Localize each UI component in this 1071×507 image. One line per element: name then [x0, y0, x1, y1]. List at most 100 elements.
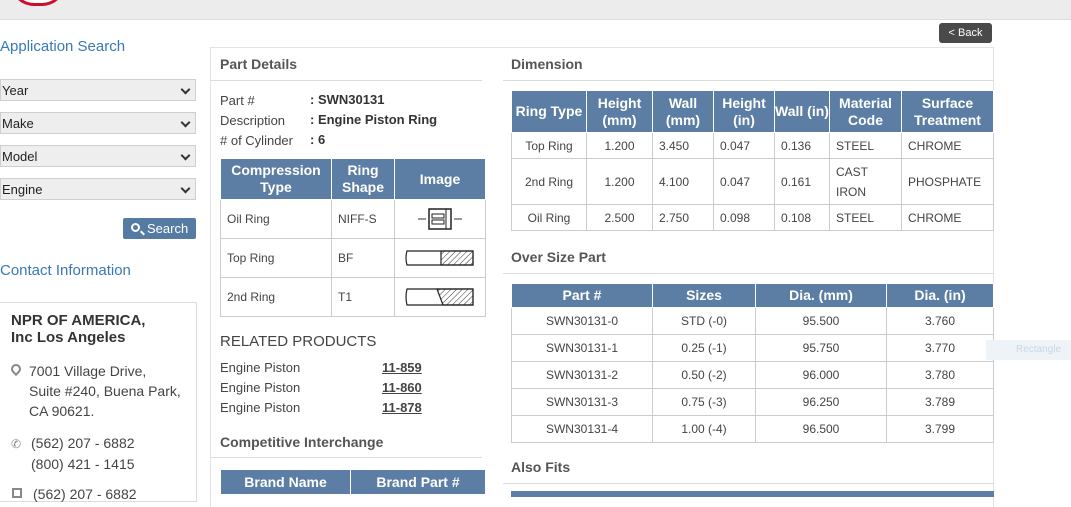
- cylinder-label: # of Cylinder: [220, 133, 293, 148]
- top-ring-profile-icon: [405, 250, 474, 266]
- table-row[interactable]: SWN30131-0 STD (-0) 95.500 3.760: [511, 307, 994, 335]
- chevron-down-icon: [180, 183, 191, 194]
- fax-number: (562) 207 - 6882: [33, 486, 137, 502]
- table-cell: CAST IRON: [829, 158, 902, 205]
- table-cell: 2.750: [652, 204, 714, 231]
- part-number-value: : SWN30131: [310, 92, 385, 107]
- section-divider: [503, 273, 994, 274]
- description-label: Description: [220, 113, 286, 128]
- engine-select[interactable]: Engine: [0, 178, 196, 200]
- surface-treatment-header: Surface Treatment: [901, 90, 994, 133]
- table-row[interactable]: SWN30131-4 1.00 (-4) 96.500 3.799: [511, 415, 994, 443]
- table-cell: 3.789: [886, 388, 994, 416]
- table-cell: 0.047: [713, 158, 775, 205]
- phone-icon: ✆: [11, 437, 22, 451]
- ring-shape-cell: NIFF-S: [331, 199, 395, 239]
- search-button-label: Search: [147, 221, 189, 236]
- make-select[interactable]: Make: [0, 112, 196, 134]
- year-select[interactable]: Year: [0, 79, 196, 101]
- related-product-link[interactable]: 11-860: [382, 380, 422, 395]
- table-cell: 3.780: [886, 361, 994, 389]
- table-cell: 96.250: [755, 388, 887, 416]
- table-cell: SWN30131-1: [511, 334, 653, 362]
- related-product-name: Engine Piston: [220, 380, 301, 395]
- table-cell: SWN30131-2: [511, 361, 653, 389]
- table-header-row: Compression Type Ring Shape Image: [220, 158, 486, 200]
- address-line-1: 7001 Village Drive,: [29, 363, 147, 379]
- ring-type-header: Ring Type: [511, 90, 587, 133]
- over-size-part-title: Over Size Part: [511, 249, 606, 265]
- over-size-table: Part # Sizes Dia. (mm) Dia. (in) SWN3013…: [511, 283, 994, 443]
- related-product-name: Engine Piston: [220, 400, 301, 415]
- engine-select-label: Engine: [2, 182, 43, 197]
- wall-in-header: Wall (in): [774, 90, 830, 133]
- description-value: : Engine Piston Ring: [310, 112, 438, 127]
- section-divider: [211, 457, 482, 458]
- image-header: Image: [394, 158, 486, 200]
- related-product-name: Engine Piston: [220, 360, 301, 375]
- dia-mm-header: Dia. (mm): [755, 283, 887, 308]
- phone-number-2[interactable]: (800) 421 - 1415: [31, 454, 135, 474]
- table-cell: 0.136: [774, 132, 830, 159]
- search-button[interactable]: Search: [123, 218, 196, 239]
- company-name-line2: Inc Los Angeles: [11, 329, 126, 346]
- table-cell: SWN30131-0: [511, 307, 653, 335]
- related-product-link[interactable]: 11-859: [382, 360, 422, 375]
- second-ring-profile-icon: [405, 288, 474, 306]
- ring-image-cell: [394, 238, 486, 278]
- table-cell: 4.100: [652, 158, 714, 205]
- also-fits-title: Also Fits: [511, 459, 571, 475]
- model-select[interactable]: Model: [0, 145, 196, 167]
- height-mm-header: Height (mm): [586, 90, 653, 133]
- top-bar: [0, 0, 1071, 20]
- ring-image-cell: [394, 277, 486, 317]
- table-row[interactable]: SWN30131-2 0.50 (-2) 96.000 3.780: [511, 361, 994, 389]
- table-cell: 1.200: [586, 158, 653, 205]
- brand-name-header: Brand Name: [220, 469, 351, 495]
- back-button[interactable]: < Back: [939, 23, 992, 43]
- year-select-label: Year: [2, 83, 29, 98]
- dimension-title: Dimension: [511, 56, 583, 72]
- table-row: Top Ring 1.200 3.450 0.047 0.136 STEEL C…: [511, 132, 994, 159]
- table-cell: Top Ring: [511, 132, 587, 159]
- table-row: 2nd Ring T1: [220, 277, 486, 317]
- table-cell: SWN30131-3: [511, 388, 653, 416]
- table-cell: 3.799: [886, 415, 994, 443]
- table-cell: CHROME: [901, 204, 994, 231]
- table-row: Oil Ring 2.500 2.750 0.098 0.108 STEEL C…: [511, 204, 994, 231]
- table-header-row: Part # Sizes Dia. (mm) Dia. (in): [511, 283, 994, 308]
- table-row[interactable]: SWN30131-1 0.25 (-1) 95.750 3.770: [511, 334, 994, 362]
- sizes-header: Sizes: [652, 283, 756, 308]
- table-cell: 0.161: [774, 158, 830, 205]
- ring-shape-cell: BF: [331, 238, 395, 278]
- material-code-header: Material Code: [829, 90, 902, 133]
- table-cell: STD (-0): [652, 307, 756, 335]
- search-icon: [131, 223, 140, 232]
- contact-information-title: Contact Information: [0, 262, 131, 279]
- table-row: 2nd Ring 1.200 4.100 0.047 0.161 CAST IR…: [511, 158, 994, 205]
- chevron-down-icon: [180, 117, 191, 128]
- table-row[interactable]: SWN30131-3 0.75 (-3) 96.250 3.789: [511, 388, 994, 416]
- cylinder-value: : 6: [310, 132, 326, 147]
- table-cell: 0.75 (-3): [652, 388, 756, 416]
- table-cell: 96.500: [755, 415, 887, 443]
- table-cell: 95.750: [755, 334, 887, 362]
- brand-part-header: Brand Part #: [350, 469, 486, 495]
- part-details-title: Part Details: [220, 56, 298, 72]
- phone-number-1[interactable]: (562) 207 - 6882: [31, 433, 135, 453]
- chevron-down-icon: [180, 150, 191, 161]
- table-row: Oil Ring NIFF-S: [220, 199, 486, 239]
- table-cell: STEEL: [829, 132, 902, 159]
- interchange-table: Brand Name Brand Part #: [220, 469, 486, 495]
- related-product-link[interactable]: 11-878: [382, 400, 422, 415]
- table-cell: 0.098: [713, 204, 775, 231]
- ring-shape-cell: T1: [331, 277, 395, 317]
- table-cell: 0.047: [713, 132, 775, 159]
- chevron-down-icon: [180, 84, 191, 95]
- table-cell: CHROME: [901, 132, 994, 159]
- competitive-interchange-title: Competitive Interchange: [220, 434, 384, 450]
- table-header-row: Brand Name Brand Part #: [220, 469, 486, 495]
- brand-logo[interactable]: [10, 0, 66, 6]
- company-name: NPR OF AMERICA, Inc Los Angeles: [11, 312, 191, 346]
- table-cell: 0.25 (-1): [652, 334, 756, 362]
